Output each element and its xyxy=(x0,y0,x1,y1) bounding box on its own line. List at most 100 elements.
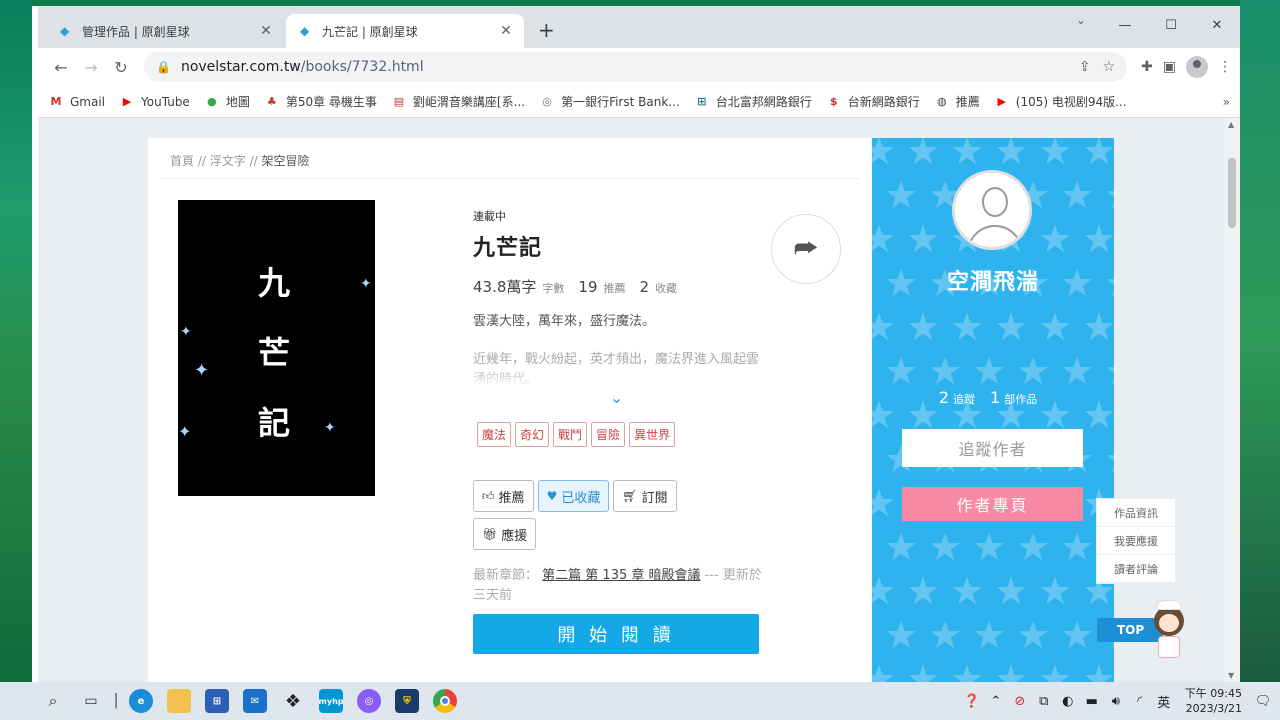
side-menu-support[interactable]: 我要應援 xyxy=(1097,527,1175,555)
star-pattern-icon: ★ xyxy=(872,481,897,525)
address-bar[interactable]: 🔒 novelstar.com.tw/books/7732.html ⇪ ☆ xyxy=(144,52,1128,82)
book-site-icon: ♣ xyxy=(266,94,277,108)
scroll-down-icon[interactable]: ▼ xyxy=(1228,671,1234,680)
profile-avatar-icon[interactable] xyxy=(1186,56,1208,78)
tag[interactable]: 異世界 xyxy=(629,422,676,447)
dropbox-icon[interactable]: ❖ xyxy=(274,682,312,720)
myhp-icon[interactable]: myhp xyxy=(312,682,350,720)
cover-char: 九 xyxy=(258,264,291,302)
share-page-icon[interactable]: ⇪ xyxy=(1079,59,1091,75)
firstbank-icon: ◎ xyxy=(542,94,552,108)
edge-icon[interactable]: e xyxy=(122,682,160,720)
speaker-icon[interactable]: 🔊︎ xyxy=(1107,694,1125,709)
copilot-icon[interactable]: ◎ xyxy=(350,682,388,720)
star-pattern-icon: ★ xyxy=(884,349,919,393)
tab-title: 九芒記 | 原創星球 xyxy=(322,24,418,39)
chrome-icon[interactable] xyxy=(426,682,464,720)
gmail-icon: M xyxy=(50,94,62,108)
screenshot-icon[interactable]: ⧉ xyxy=(1035,694,1053,709)
minimize-icon[interactable]: — xyxy=(1102,12,1148,40)
breadcrumb-genre[interactable]: 架空冒險 xyxy=(261,154,309,168)
start-reading-button[interactable]: 開 始 閱 讀 xyxy=(473,614,759,654)
browser-toolbar: ← → ↻ 🔒 novelstar.com.tw/books/7732.html… xyxy=(38,48,1240,86)
chevron-up-icon[interactable]: ⌃ xyxy=(987,694,1005,709)
tab-manage-works[interactable]: ◆ 管理作品 | 原創星球 ✕ xyxy=(46,14,284,48)
help-icon[interactable]: ❓ xyxy=(963,694,981,709)
security-shield-icon[interactable]: ⛨ xyxy=(388,682,426,720)
bookmarks-overflow-icon[interactable]: » xyxy=(1223,95,1230,109)
forward-icon[interactable]: → xyxy=(76,52,106,82)
side-panel-icon[interactable]: ▣ xyxy=(1163,59,1176,75)
bookmark-item[interactable]: ♣ 第50章 尋機生事 xyxy=(264,93,377,110)
tab-search-chevron-icon[interactable]: ⌄ xyxy=(1076,13,1086,27)
bookmark-star-icon[interactable]: ☆ xyxy=(1102,59,1115,75)
bookmark-item[interactable]: ▶ (105) 电视剧94版... xyxy=(994,93,1127,110)
bookmark-item[interactable]: ● 地圖 xyxy=(204,93,250,110)
star-pattern-icon: ★ xyxy=(906,657,941,682)
follow-author-button[interactable]: 追蹤作者 xyxy=(902,429,1083,467)
reload-icon[interactable]: ↻ xyxy=(106,52,136,82)
task-view-icon[interactable]: ▭ xyxy=(72,682,110,720)
extensions-puzzle-icon[interactable]: ✚ xyxy=(1141,59,1153,75)
tag[interactable]: 戰鬥 xyxy=(553,422,588,447)
mail-icon[interactable]: ✉ xyxy=(236,682,274,720)
tag[interactable]: 冒險 xyxy=(591,422,626,447)
tag[interactable]: 奇幻 xyxy=(515,422,550,447)
mascot-image[interactable] xyxy=(1146,598,1192,664)
star-pattern-icon: ★ xyxy=(950,305,985,349)
scrollbar-thumb[interactable] xyxy=(1228,158,1236,228)
collected-button[interactable]: ♥ 已收藏 xyxy=(537,480,610,512)
chevron-down-icon[interactable]: ⌄ xyxy=(610,388,623,407)
lock-icon[interactable]: 🔒 xyxy=(156,60,171,74)
bookmark-item[interactable]: ⊞ 台北富邦網路銀行 xyxy=(694,93,812,110)
tab-book-page[interactable]: ◆ 九芒記 | 原創星球 ✕ xyxy=(286,14,524,48)
author-avatar[interactable] xyxy=(952,170,1032,250)
close-tab-icon[interactable]: ✕ xyxy=(498,23,514,39)
sparkle-icon: ✦ xyxy=(180,324,192,340)
bookmark-item[interactable]: $ 台新網路銀行 xyxy=(826,93,920,110)
latest-chapter-link[interactable]: 第二篇 第 135 章 暗殿會議 xyxy=(542,568,700,583)
close-window-icon[interactable]: ✕ xyxy=(1194,12,1240,40)
tag[interactable]: 魔法 xyxy=(477,422,512,447)
subscribe-button[interactable]: 🛒︎ 訂閱 xyxy=(613,480,677,512)
breadcrumb-home[interactable]: 首頁 xyxy=(170,154,194,168)
chrome-menu-icon[interactable]: ⋮ xyxy=(1218,59,1232,75)
bookmark-item[interactable]: ◍ 推薦 xyxy=(934,93,980,110)
maximize-icon[interactable]: ☐ xyxy=(1148,12,1194,40)
close-tab-icon[interactable]: ✕ xyxy=(258,23,274,39)
back-icon[interactable]: ← xyxy=(46,52,76,82)
blocked-icon[interactable]: ⊘ xyxy=(1011,694,1029,709)
author-name[interactable]: 空澗飛湍 xyxy=(872,264,1114,296)
url-path: /books/7732.html xyxy=(300,59,424,75)
star-pattern-icon: ★ xyxy=(884,613,919,657)
support-button[interactable]: 🎁︎ 應援 xyxy=(473,518,537,550)
page-scrollbar[interactable]: ▲ ▼ xyxy=(1224,118,1240,682)
battery-icon[interactable]: ▬ xyxy=(1083,694,1101,709)
search-icon[interactable]: ⌕ xyxy=(34,682,72,720)
clock[interactable]: 下午 09:45 2023/3/21 xyxy=(1185,686,1242,716)
store-icon[interactable]: ⊞ xyxy=(198,682,236,720)
bookmark-item[interactable]: ▶ YouTube xyxy=(119,95,190,109)
breadcrumb-category[interactable]: 浮文字 xyxy=(210,154,246,168)
wifi-icon[interactable]: ◜ xyxy=(1131,694,1149,709)
webcam-icon[interactable]: ◐ xyxy=(1059,694,1077,709)
author-panel: ★ ★ ★ ★ ★ ★ ★ ★ ★ ★ ★ ★ ★ ★ ★ ★ ★ ★ ★ ★ ★ ★ ★ ★ ★ ★ ★ ★ ★ ★ ★ ★ ★ ★ ★ ★ ★ ★ ★ ★… xyxy=(872,138,1114,682)
side-menu-book-info[interactable]: 作品資訊 xyxy=(1097,499,1175,527)
serial-status: 連載中 xyxy=(473,210,506,223)
star-pattern-icon: ★ xyxy=(928,525,963,569)
thumbs-up-icon: 👍︎ xyxy=(482,488,495,503)
file-explorer-icon[interactable] xyxy=(160,682,198,720)
star-pattern-icon: ★ xyxy=(1082,217,1114,261)
bookmark-item[interactable]: ◎ 第一銀行First Bank... xyxy=(539,93,679,110)
new-tab-icon[interactable]: + xyxy=(538,18,555,42)
bookmark-item[interactable]: M Gmail xyxy=(48,94,106,109)
ime-indicator[interactable]: 英 xyxy=(1155,692,1173,711)
author-page-button[interactable]: 作者專頁 xyxy=(902,487,1083,521)
scroll-up-icon[interactable]: ▲ xyxy=(1228,120,1234,129)
side-menu-reviews[interactable]: 讀者評論 xyxy=(1097,555,1175,583)
notification-icon[interactable]: 🗨︎ xyxy=(1254,694,1272,709)
bookmark-item[interactable]: ▤ 劉岠渭音樂講座[系... xyxy=(391,93,525,110)
share-button[interactable]: ⮫ xyxy=(771,214,841,284)
book-info-panel: 首頁 // 浮文字 // 架空冒險 九 芒 記 ✦ ✦ ✦ ✦ ✦ 連載中 九芒… xyxy=(148,138,872,682)
recommend-button[interactable]: 👍︎ 推薦 xyxy=(473,480,534,512)
